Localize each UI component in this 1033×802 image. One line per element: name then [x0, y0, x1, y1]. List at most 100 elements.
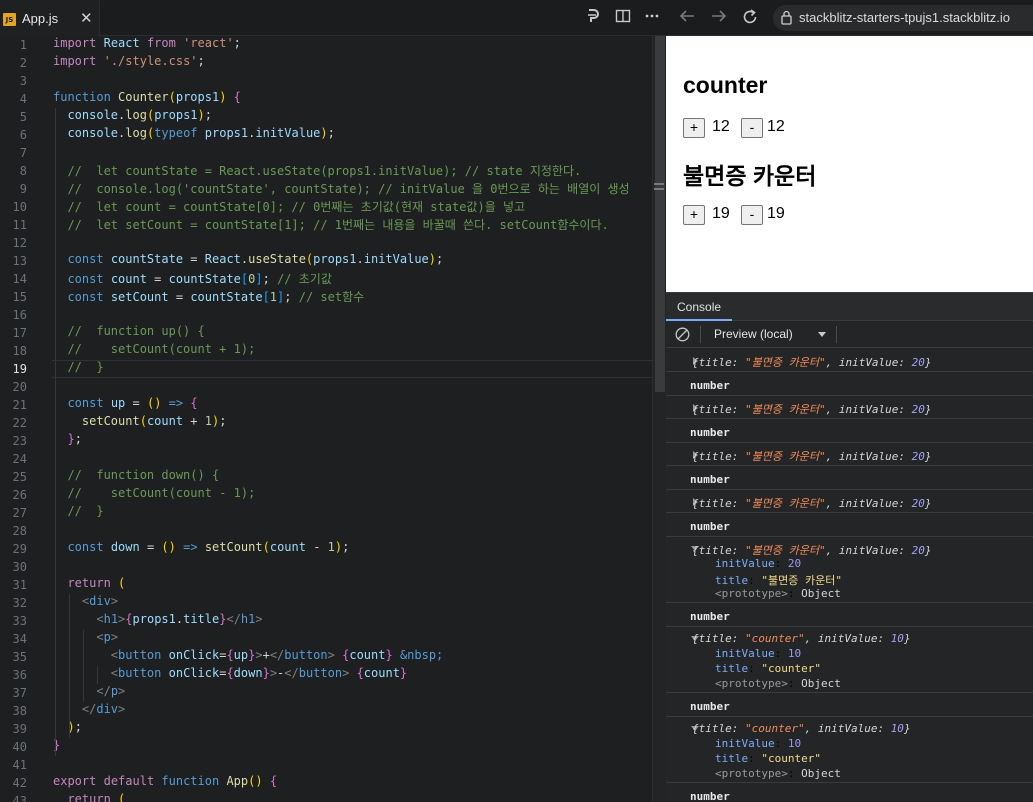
code-line[interactable]: // setCount(count - 1); — [53, 486, 255, 504]
object-preview-part: {title: — [692, 356, 745, 369]
object-preview-part: , initValue: — [825, 450, 912, 463]
object-prototype[interactable]: <prototype>: Object — [715, 677, 841, 690]
line-number: 19 — [12, 362, 27, 376]
property-value: "counter" — [761, 662, 821, 675]
code-area[interactable]: import React from 'react'; import './styl… — [53, 36, 652, 802]
decrement-button[interactable]: - — [741, 205, 763, 225]
scrollbar-thumb[interactable] — [655, 36, 665, 392]
code-line[interactable]: return ( — [53, 576, 125, 594]
code-line[interactable]: }; — [53, 432, 81, 450]
code-line[interactable]: <div> — [53, 594, 118, 612]
object-preview-part: 20 — [911, 403, 925, 416]
prototype-key: <prototype> — [715, 587, 788, 600]
code-line[interactable]: // setCount(count + 1); — [53, 342, 255, 360]
code-line[interactable]: <button onClick={down}>-</button> {count… — [53, 666, 407, 684]
line-number: 12 — [12, 236, 27, 250]
line-number: 9 — [19, 182, 27, 196]
code-line[interactable]: // console.log('countState', countState)… — [53, 180, 629, 198]
split-view-icon[interactable] — [614, 8, 632, 28]
console-log-number: number — [666, 784, 1033, 802]
console-log-object[interactable]: {title: "counter", initValue: 10} initVal… — [666, 627, 1033, 693]
object-preview-part: , initValue: — [804, 632, 891, 645]
url-text: stackblitz-starters-tpujs1.stackblitz.io — [799, 10, 1010, 25]
code-line[interactable]: return ( — [53, 792, 125, 802]
code-line[interactable]: // let setCount = countState[1]; // 1번째는… — [53, 216, 608, 234]
editor-scrollbar[interactable] — [652, 36, 666, 802]
object-preview-part: , initValue: — [825, 544, 912, 557]
decrement-button[interactable]: - — [741, 118, 763, 138]
line-number: 34 — [12, 632, 27, 646]
editor-tab-app-js[interactable]: JS App.js ✕ — [0, 0, 100, 36]
devtools-console: Console Preview (local) {title: "불면증 카운터… — [666, 292, 1033, 802]
code-line[interactable]: <h1>{props1.title}</h1> — [53, 612, 262, 630]
tab-label: App.js — [22, 11, 59, 26]
object-preview-part: } — [903, 632, 911, 645]
console-log-object[interactable]: {title: "불면증 카운터", initValue: 20} — [666, 396, 1033, 419]
more-options-icon[interactable] — [643, 8, 661, 28]
counter-value: 12 — [712, 118, 730, 135]
line-number: 42 — [12, 776, 27, 790]
reload-icon[interactable] — [740, 8, 760, 28]
pane-resize-handle[interactable] — [652, 182, 666, 192]
code-line[interactable]: const count = countState[0]; // 초기값 — [53, 270, 331, 288]
console-log-object[interactable]: {title: "counter", initValue: 10} initVal… — [666, 717, 1033, 783]
console-log-object[interactable]: {title: "불면증 카운터", initValue: 20} initVal… — [666, 537, 1033, 603]
code-line[interactable]: // } — [53, 360, 103, 378]
counter-value: 19 — [712, 205, 730, 222]
object-prototype[interactable]: <prototype>: Object — [715, 587, 841, 600]
property-value: "불면증 카운터" — [761, 574, 842, 587]
line-number: 40 — [12, 740, 27, 754]
code-line[interactable]: import React from 'react'; — [53, 36, 241, 54]
preview-pane: counter + 12 - 12 불면증 카운터 + 19 - 19 — [666, 36, 1033, 292]
address-bar[interactable]: stackblitz-starters-tpujs1.stackblitz.io — [773, 5, 1033, 31]
close-icon[interactable]: ✕ — [80, 9, 93, 27]
clear-console-icon[interactable] — [675, 327, 690, 342]
code-line[interactable]: </div> — [53, 702, 125, 720]
property-value: 20 — [787, 557, 802, 570]
code-line[interactable]: ); — [53, 720, 81, 738]
object-preview-part: 20 — [911, 356, 925, 369]
context-selector[interactable]: Preview (local) — [714, 321, 829, 348]
code-line[interactable]: <p> — [53, 630, 118, 648]
increment-button[interactable]: + — [683, 118, 705, 138]
code-line[interactable]: // function down() { — [53, 468, 219, 486]
console-log-number: number — [666, 467, 1033, 490]
code-line[interactable]: export default function App() { — [53, 774, 277, 792]
counter-value: 19 — [767, 205, 785, 222]
code-line[interactable]: // let count = countState[0]; // 0번째는 초기… — [53, 198, 525, 216]
line-number: 35 — [12, 650, 27, 664]
indent-guide — [55, 108, 56, 756]
object-property: title: "불면증 카운터" — [715, 574, 842, 587]
javascript-file-icon: JS — [3, 13, 16, 26]
line-number: 17 — [12, 326, 27, 340]
back-arrow-icon[interactable] — [677, 8, 697, 28]
prettier-format-icon[interactable] — [584, 8, 602, 28]
console-log-object[interactable]: {title: "불면증 카운터", initValue: 20} — [666, 490, 1033, 513]
code-line[interactable]: const down = () => setCount(count - 1); — [53, 540, 349, 558]
increment-button[interactable]: + — [683, 205, 705, 225]
console-log-object[interactable]: {title: "불면증 카운터", initValue: 20} — [666, 349, 1033, 372]
tab-console[interactable]: Console — [666, 293, 733, 321]
code-line[interactable]: setCount(count + 1); — [53, 414, 227, 432]
code-line[interactable]: <button onClick={up}>+</button> {count} … — [53, 648, 444, 666]
code-editor[interactable]: 1 2 3 4 5 6 7 8 9 10 11 12 13 14 15 16 17 18 19 20 21 22 23 24 2… — [0, 36, 652, 802]
code-line[interactable]: // } — [53, 504, 103, 522]
code-line[interactable]: const setCount = countState[1]; // set함수 — [53, 288, 364, 306]
code-line[interactable]: console.log(typeof props1.initValue); — [53, 126, 334, 144]
code-line[interactable]: console.log(props1); — [53, 108, 212, 126]
code-line[interactable]: const countState = React.useState(props1… — [53, 252, 443, 270]
indent-guide — [69, 594, 70, 738]
line-number: 39 — [12, 722, 27, 736]
code-line[interactable]: import './style.css'; — [53, 54, 205, 72]
forward-arrow-icon[interactable] — [709, 8, 729, 28]
property-value: 10 — [787, 737, 802, 750]
counter-value: 12 — [767, 118, 785, 135]
code-line[interactable]: function Counter(props1) { — [53, 90, 241, 108]
console-log-object[interactable]: {title: "불면증 카운터", initValue: 20} — [666, 443, 1033, 466]
code-line[interactable]: const up = () => { — [53, 396, 197, 414]
code-line[interactable]: </p> — [53, 684, 125, 702]
code-line[interactable]: // function up() { — [53, 324, 204, 342]
console-log-number: number — [666, 373, 1033, 396]
object-prototype[interactable]: <prototype>: Object — [715, 767, 841, 780]
code-line[interactable]: // let countState = React.useState(props… — [53, 162, 581, 180]
